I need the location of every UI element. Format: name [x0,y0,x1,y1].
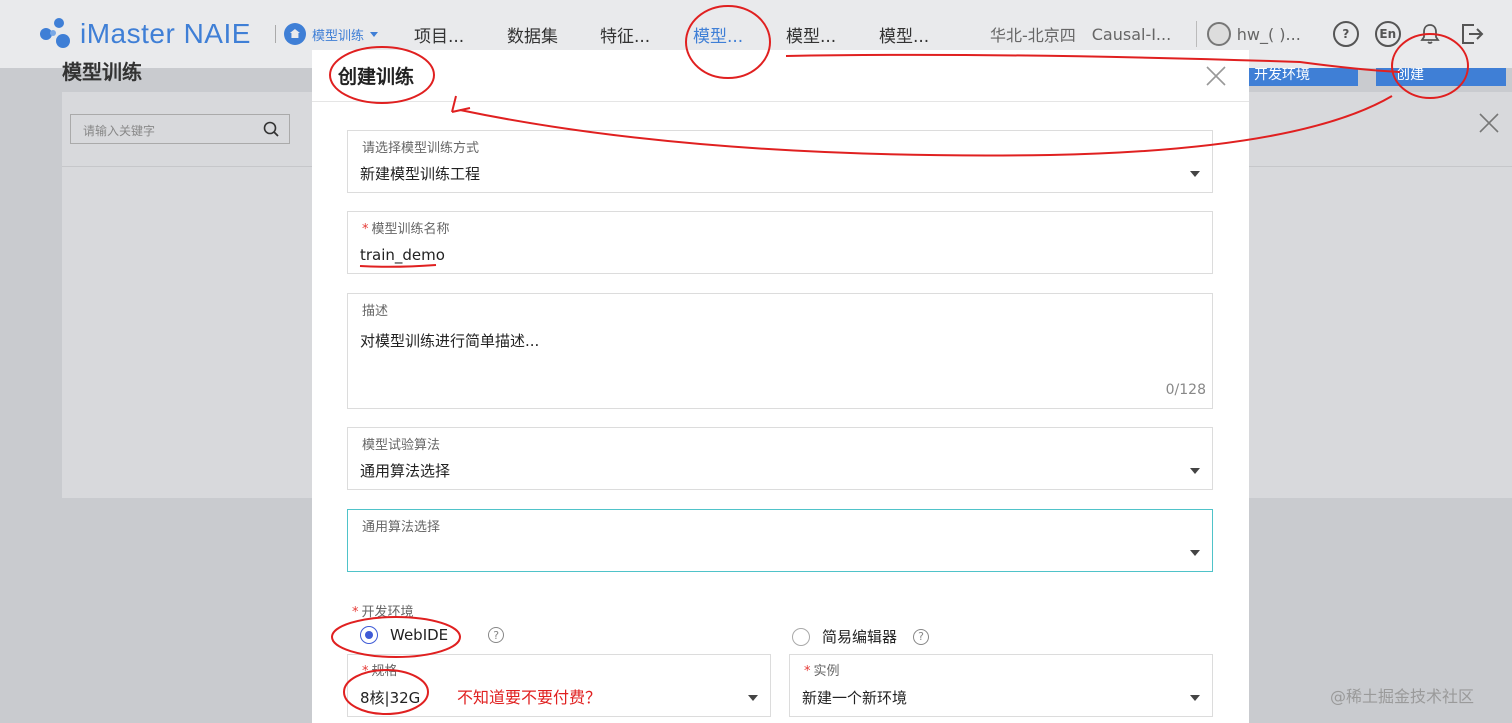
home-icon [283,23,306,45]
help-icon[interactable]: ? [1332,21,1359,47]
divider [1195,21,1197,47]
page-title: 模型训练 [62,60,142,84]
logo-icon [40,18,72,50]
close-icon[interactable] [1205,65,1227,87]
field-value: train_demo [360,246,445,264]
search-icon [263,121,279,137]
radio-label: 简易编辑器 [822,628,898,646]
field-label: * 实例 [804,664,840,679]
logout-icon[interactable] [1459,21,1485,47]
nav-item-model-training[interactable]: 模型... [693,22,786,47]
nav-item-feature[interactable]: 特征... [600,22,693,47]
chevron-down-icon [1190,550,1200,556]
nav-item-model-2[interactable]: 模型... [786,22,879,47]
radio-simple-editor[interactable]: 简易编辑器 ? [792,626,930,647]
field-value: 8核|32G [360,689,421,707]
divider [274,25,276,43]
instance-select[interactable]: * 实例 新建一个新环境 [789,654,1213,717]
dialog-title: 创建训练 [338,66,415,88]
watermark: @稀土掘金技术社区 [1330,687,1475,706]
help-icon[interactable]: ? [488,627,505,643]
radio-button[interactable] [792,627,810,646]
chevron-down-icon [1190,171,1200,177]
dev-env-label: * 开发环境 [352,605,414,620]
module-switcher[interactable]: 模型训练 [283,23,378,45]
nav-item-model-3[interactable]: 模型... [879,22,972,47]
create-training-dialog: 创建训练 请选择模型训练方式 新建模型训练工程 * 模型训练名称 train_de… [312,50,1249,723]
field-label: * 规格 [362,664,398,679]
search-input[interactable]: 请输入关键字 [70,114,290,144]
create-button[interactable]: 创建 [1376,68,1506,86]
nav-item-dataset[interactable]: 数据集 [507,22,600,47]
dev-env-button[interactable]: 开发环境 [1248,68,1358,86]
description-textarea[interactable]: 描述 对模型训练进行简单描述... 0/128 [347,293,1213,409]
radio-button[interactable] [360,626,378,644]
bell-icon[interactable] [1417,21,1443,47]
language-icon[interactable]: En [1374,21,1401,47]
chevron-down-icon [1190,695,1200,701]
search-placeholder: 请输入关键字 [83,124,156,138]
dialog-header: 创建训练 [312,50,1249,102]
chevron-down-icon [369,31,378,37]
main-nav: 项目... 数据集 特征... 模型... 模型... 模型... [414,22,972,47]
help-icon[interactable]: ? [913,628,930,645]
char-counter: 0/128 [1165,382,1206,398]
project-selector[interactable]: Causal-I... [1092,25,1178,44]
close-icon[interactable] [1478,112,1500,134]
chevron-down-icon [1190,468,1200,474]
training-name-input[interactable]: * 模型训练名称 train_demo [347,211,1213,274]
field-label: * 模型训练名称 [362,222,450,237]
field-label: 通用算法选择 [362,520,441,535]
field-value: 通用算法选择 [360,462,451,480]
field-label: 描述 [362,304,389,319]
user-menu[interactable]: hw_( )... [1206,22,1301,46]
field-value: 新建一个新环境 [802,689,908,707]
chevron-down-icon [748,695,758,701]
general-algorithm-select[interactable]: 通用算法选择 [347,509,1213,572]
username: hw_( )... [1236,24,1301,44]
nav-item-project[interactable]: 项目... [414,22,507,47]
field-value: 新建模型训练工程 [360,165,481,183]
logo[interactable]: iMaster NAIE [40,18,251,50]
algorithm-select[interactable]: 模型试验算法 通用算法选择 [347,427,1213,490]
radio-webide[interactable]: WebIDE ? [360,626,505,644]
training-method-select[interactable]: 请选择模型训练方式 新建模型训练工程 [347,130,1213,193]
region-selector[interactable]: 华北-北京四 [990,22,1076,46]
header-icons: ? En [1332,21,1485,47]
avatar [1206,22,1231,46]
field-label: 模型试验算法 [362,438,441,453]
textarea-placeholder: 对模型训练进行简单描述... [360,332,540,350]
module-label: 模型训练 [311,28,364,44]
field-label: 请选择模型训练方式 [362,141,480,156]
logo-text: iMaster NAIE [80,18,251,49]
annotation-note: 不知道要不要付费？ [457,688,602,707]
radio-label: WebIDE [390,626,449,644]
